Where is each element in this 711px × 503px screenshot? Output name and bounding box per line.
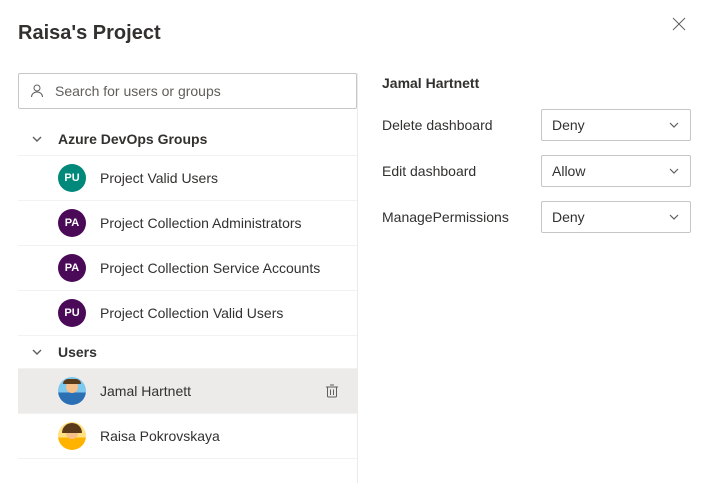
permission-value: Deny <box>552 209 585 225</box>
permission-value: Allow <box>552 163 585 179</box>
permission-row: ManagePermissions Deny <box>382 201 691 233</box>
user-avatar <box>58 422 86 450</box>
user-avatar <box>58 377 86 405</box>
user-item[interactable]: Raisa Pokrovskaya <box>18 414 357 459</box>
chevron-down-icon <box>30 346 44 358</box>
permission-label: Delete dashboard <box>382 117 541 133</box>
section-header-label: Azure DevOps Groups <box>58 131 207 147</box>
section-header-label: Users <box>58 344 97 360</box>
chevron-down-icon <box>668 119 680 131</box>
group-avatar: PA <box>58 254 86 282</box>
close-button[interactable] <box>665 10 693 38</box>
group-avatar: PA <box>58 209 86 237</box>
group-item[interactable]: PA Project Collection Service Accounts <box>18 246 357 291</box>
user-item-label: Raisa Pokrovskaya <box>100 428 220 444</box>
permission-label: Edit dashboard <box>382 163 541 179</box>
permission-select[interactable]: Allow <box>541 155 691 187</box>
close-icon <box>672 17 686 31</box>
detail-pane: Jamal Hartnett Delete dashboard Deny Edi… <box>358 73 691 483</box>
group-item-label: Project Collection Valid Users <box>100 305 283 321</box>
group-item[interactable]: PA Project Collection Administrators <box>18 201 357 246</box>
group-avatar: PU <box>58 164 86 192</box>
user-item[interactable]: Jamal Hartnett <box>18 369 357 414</box>
search-input[interactable] <box>53 82 346 100</box>
chevron-down-icon <box>30 133 44 145</box>
group-item-label: Project Valid Users <box>100 170 218 186</box>
permission-select[interactable]: Deny <box>541 201 691 233</box>
detail-heading: Jamal Hartnett <box>382 75 691 91</box>
chevron-down-icon <box>668 211 680 223</box>
group-avatar: PU <box>58 299 86 327</box>
page-title: Raisa's Project <box>18 22 691 45</box>
section-header-users[interactable]: Users <box>18 336 357 369</box>
user-icon <box>29 83 45 99</box>
trash-icon <box>325 383 339 399</box>
search-input-wrapper[interactable] <box>18 73 357 109</box>
user-item-label: Jamal Hartnett <box>100 383 191 399</box>
section-header-groups[interactable]: Azure DevOps Groups <box>18 123 357 156</box>
permission-row: Delete dashboard Deny <box>382 109 691 141</box>
permission-value: Deny <box>552 117 585 133</box>
group-item[interactable]: PU Project Valid Users <box>18 156 357 201</box>
left-pane: Azure DevOps Groups PU Project Valid Use… <box>18 73 358 483</box>
chevron-down-icon <box>668 165 680 177</box>
permission-label: ManagePermissions <box>382 209 541 225</box>
group-item-label: Project Collection Service Accounts <box>100 260 320 276</box>
permission-select[interactable]: Deny <box>541 109 691 141</box>
group-item[interactable]: PU Project Collection Valid Users <box>18 291 357 336</box>
permission-row: Edit dashboard Allow <box>382 155 691 187</box>
group-item-label: Project Collection Administrators <box>100 215 302 231</box>
delete-user-button[interactable] <box>325 383 339 399</box>
